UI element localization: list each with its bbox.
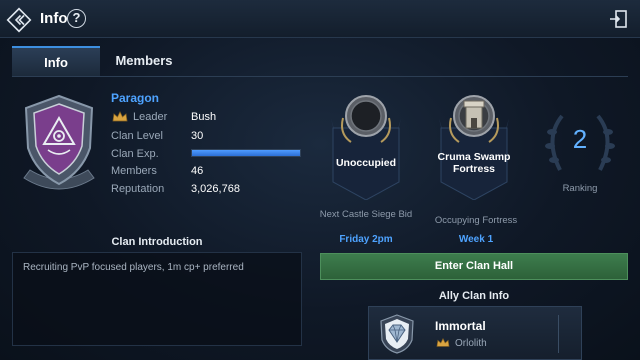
reputation-value: 3,026,768 [191,183,240,195]
members-value: 46 [191,165,204,177]
tab-info[interactable]: Info [12,46,100,76]
ally-clan-name: Immortal [435,319,486,333]
clan-exp-bar [191,149,301,157]
page-title: Info [40,10,68,27]
ally-emblem-icon [380,314,414,354]
clan-introduction-box: Recruiting PvP focused players, 1m cp+ p… [12,252,302,346]
castle-siege-caption: Next Castle Siege Bid [319,209,413,220]
leader-label: Leader [133,111,168,123]
ally-clan-leader: Orlolith [455,338,487,349]
back-arrow-icon [6,7,32,33]
back-button[interactable] [6,7,32,33]
ally-card-divider [558,315,559,353]
top-bar: Info ? [0,0,640,38]
leader-crown-icon [112,111,128,122]
castle-siege-crest-icon [331,95,401,201]
ally-leader-crown-icon [436,337,450,347]
exit-button[interactable] [608,9,628,29]
members-label: Members [111,165,157,177]
castle-siege-crest [327,88,405,201]
enter-clan-hall-button[interactable]: Enter Clan Hall [320,253,628,280]
fortress-caption: Occupying Fortress [434,215,518,226]
tab-members[interactable]: Members [100,46,188,76]
clan-level-value: 30 [191,130,204,142]
fortress-week: Week 1 [458,234,494,245]
ranking-value: 2 [572,124,588,154]
fortress-crest-icon [439,95,509,201]
clan-introduction-title: Clan Introduction [111,236,203,248]
clan-level-label: Clan Level [111,130,163,142]
reputation-label: Reputation [111,183,165,195]
ally-clan-title: Ally Clan Info [438,290,510,302]
clan-emblem-icon [23,94,95,190]
castle-siege-time: Friday 2pm [339,234,393,245]
clan-name: Paragon [111,91,160,105]
exit-door-icon [610,10,627,28]
clan-exp-fill [192,150,300,156]
fortress-name: Cruma Swamp Fortress [437,151,511,175]
tab-divider [12,76,628,77]
fortress-crest [435,88,513,201]
clan-introduction-text: Recruiting PvP focused players, 1m cp+ p… [23,262,244,273]
ranking-caption: Ranking [562,183,598,194]
help-icon[interactable]: ? [67,9,86,28]
ally-clan-card[interactable]: Immortal Orlolith [368,306,582,360]
castle-siege-status: Unoccupied [335,157,397,169]
leader-value: Bush [191,111,217,123]
clan-emblem [18,92,100,196]
clan-exp-label: Clan Exp. [111,148,159,160]
